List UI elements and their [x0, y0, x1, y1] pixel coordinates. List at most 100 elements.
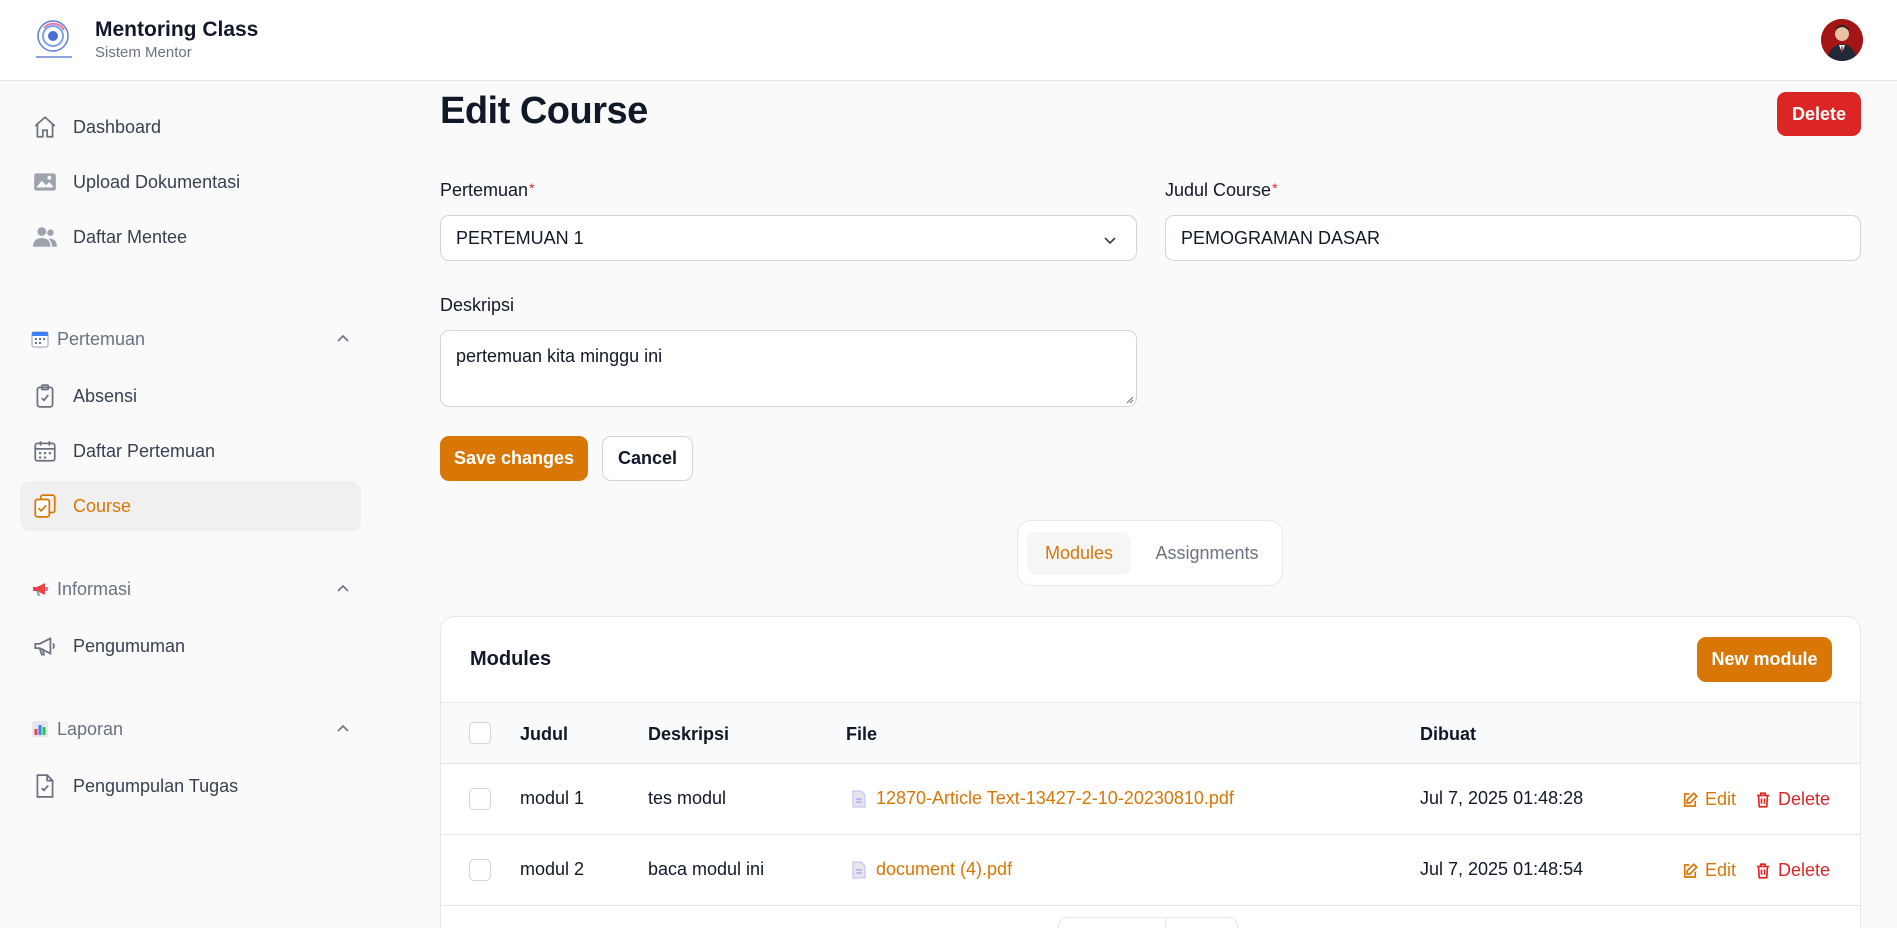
delete-course-button[interactable]: Delete	[1777, 92, 1861, 136]
edit-label: Edit	[1705, 789, 1737, 809]
brand[interactable]: Mentoring Class Sistem Mentor	[30, 16, 258, 64]
deskripsi-label: Deskripsi	[440, 295, 515, 315]
calendar-icon	[31, 437, 59, 465]
file-name: document (4).pdf	[876, 859, 1013, 879]
document-icon	[852, 790, 866, 807]
page-title: Edit Course	[440, 90, 648, 132]
sidebar-item-label: Daftar Mentee	[73, 226, 188, 247]
document-check-icon	[31, 772, 59, 800]
sidebar-item-label: Course	[73, 495, 132, 516]
edit-label: Edit	[1705, 860, 1737, 880]
tabs: Modules Assignments	[1017, 520, 1283, 586]
home-icon	[31, 113, 59, 141]
sidebar-item-daftar-pertemuan[interactable]: Daftar Pertemuan	[20, 426, 361, 476]
judul-course-label-text: Judul Course	[1165, 180, 1272, 200]
pagination-divider	[1165, 918, 1166, 928]
new-module-button[interactable]: New module	[1697, 637, 1832, 682]
edit-row-button[interactable]: Edit	[1681, 860, 1736, 881]
table-row: modul 2 baca modul ini document (4).pdf …	[441, 835, 1860, 906]
sidebar-item-upload-dokumentasi[interactable]: Upload Dokumentasi	[20, 157, 361, 207]
image-icon	[31, 168, 59, 196]
sidebar-item-label: Pengumuman	[73, 635, 186, 656]
user-avatar[interactable]	[1821, 19, 1863, 61]
column-header-dibuat[interactable]: Dibuat	[1420, 724, 1476, 745]
cell-judul: modul 2	[520, 859, 585, 879]
judul-course-label: Judul Course*	[1165, 180, 1278, 201]
sidebar-group-informasi[interactable]: Informasi	[31, 574, 351, 604]
megaphone-emoji-icon	[31, 580, 49, 598]
sidebar-item-pengumpulan-tugas[interactable]: Pengumpulan Tugas	[20, 761, 361, 811]
sidebar-group-label: Pertemuan	[57, 328, 146, 349]
chevron-up-icon	[337, 724, 349, 732]
judul-course-input[interactable]: PEMOGRAMAN DASAR	[1165, 215, 1861, 261]
sidebar-item-label: Daftar Pertemuan	[73, 440, 216, 461]
row-checkbox[interactable]	[469, 788, 491, 810]
chevron-down-icon	[1104, 237, 1116, 245]
sidebar: Dashboard Upload Dokumentasi Daftar Ment…	[0, 82, 380, 928]
resize-grip-icon[interactable]	[1124, 394, 1134, 404]
pertemuan-label: Pertemuan*	[440, 180, 535, 201]
pertemuan-select[interactable]: PERTEMUAN 1	[440, 215, 1137, 261]
sidebar-item-daftar-mentee[interactable]: Daftar Mentee	[20, 212, 361, 262]
calendar-emoji-icon	[31, 330, 49, 348]
deskripsi-textarea[interactable]: pertemuan kita minggu ini	[440, 330, 1137, 407]
tab-assignments[interactable]: Assignments	[1139, 532, 1275, 575]
cancel-button[interactable]: Cancel	[602, 436, 693, 481]
clipboard-check-icon	[31, 382, 59, 410]
sidebar-group-label: Informasi	[57, 578, 132, 599]
cell-judul: modul 1	[520, 788, 585, 808]
edit-icon	[1683, 791, 1698, 807]
required-mark: *	[1272, 180, 1278, 196]
save-changes-button[interactable]: Save changes	[440, 436, 588, 481]
sidebar-item-absensi[interactable]: Absensi	[20, 371, 361, 421]
tab-modules[interactable]: Modules	[1027, 532, 1131, 575]
sidebar-item-course[interactable]: Course	[20, 481, 361, 531]
cell-deskripsi: baca modul ini	[648, 859, 765, 879]
sidebar-item-label: Absensi	[73, 385, 138, 406]
deskripsi-value: pertemuan kita minggu ini	[456, 346, 663, 366]
trash-icon	[1757, 862, 1769, 879]
required-mark: *	[529, 180, 535, 196]
app-title: Mentoring Class	[95, 18, 259, 41]
delete-label: Delete	[1778, 789, 1831, 809]
sidebar-group-laporan[interactable]: Laporan	[31, 714, 351, 744]
modules-title: Modules	[470, 648, 552, 670]
table-header: Judul Deskripsi File Dibuat	[441, 702, 1860, 764]
cell-dibuat: Jul 7, 2025 01:48:28	[1420, 788, 1584, 808]
table-row: modul 1 tes modul 12870-Article Text-134…	[441, 764, 1860, 835]
sidebar-item-label: Dashboard	[73, 116, 162, 137]
judul-course-value: PEMOGRAMAN DASAR	[1181, 227, 1381, 248]
column-header-deskripsi[interactable]: Deskripsi	[648, 724, 729, 745]
bar-chart-emoji-icon	[31, 720, 49, 738]
app-logo-icon	[30, 16, 78, 64]
row-checkbox[interactable]	[469, 859, 491, 881]
sidebar-item-label: Pengumpulan Tugas	[73, 775, 239, 796]
users-icon	[31, 223, 59, 251]
delete-label: Delete	[1778, 860, 1831, 880]
delete-row-button[interactable]: Delete	[1754, 789, 1830, 810]
file-link[interactable]: document (4).pdf	[852, 859, 1012, 880]
column-header-file[interactable]: File	[846, 724, 877, 745]
pertemuan-label-text: Pertemuan	[440, 180, 529, 200]
edit-icon	[1683, 862, 1698, 878]
cell-dibuat: Jul 7, 2025 01:48:54	[1420, 859, 1584, 879]
app-subtitle: Sistem Mentor	[95, 44, 192, 61]
pagination[interactable]	[1058, 917, 1238, 928]
sidebar-item-pengumuman[interactable]: Pengumuman	[20, 621, 361, 671]
sidebar-group-label: Laporan	[57, 718, 124, 739]
sidebar-item-dashboard[interactable]: Dashboard	[20, 102, 361, 152]
clipboard-copy-icon	[31, 492, 59, 520]
edit-row-button[interactable]: Edit	[1681, 789, 1736, 810]
top-bar: Mentoring Class Sistem Mentor	[0, 0, 1897, 81]
trash-icon	[1757, 791, 1769, 808]
column-header-judul[interactable]: Judul	[520, 724, 568, 745]
pertemuan-select-value: PERTEMUAN 1	[456, 227, 584, 248]
select-all-checkbox[interactable]	[469, 722, 491, 744]
megaphone-icon	[31, 632, 59, 660]
chevron-up-icon	[337, 334, 349, 342]
file-link[interactable]: 12870-Article Text-13427-2-10-20230810.p…	[852, 788, 1234, 809]
file-name: 12870-Article Text-13427-2-10-20230810.p…	[876, 788, 1234, 808]
delete-row-button[interactable]: Delete	[1754, 860, 1830, 881]
sidebar-group-pertemuan[interactable]: Pertemuan	[31, 324, 351, 354]
chevron-up-icon	[337, 584, 349, 592]
